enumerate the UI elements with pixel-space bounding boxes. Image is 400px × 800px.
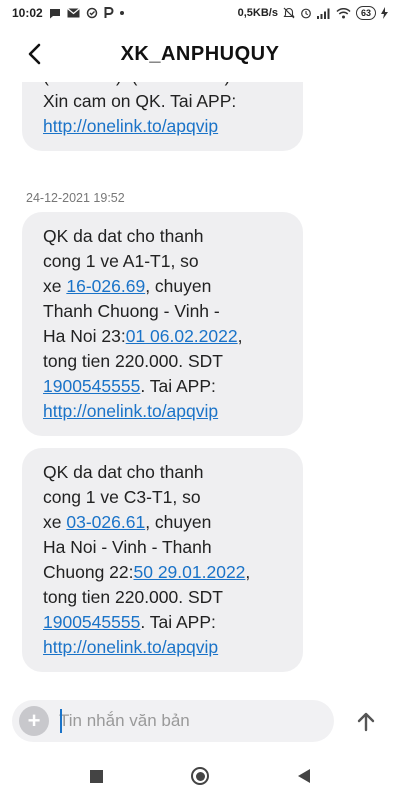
status-time: 10:02: [12, 6, 43, 20]
mail-notification-icon: [66, 8, 80, 18]
alarm-icon: [300, 7, 312, 19]
conversation-header: XK_ANPHUQUY: [0, 26, 400, 82]
add-attachment-button[interactable]: +: [19, 706, 49, 736]
sync-status-icon: [86, 7, 98, 19]
mute-icon: [283, 7, 295, 19]
status-left: 10:02: [12, 6, 124, 20]
network-speed: 0,5KB/s: [237, 7, 278, 19]
message-link[interactable]: 16-026.69: [66, 276, 145, 296]
message-text: , chuyen: [145, 276, 212, 296]
message-text: QK da dat cho thanh: [43, 462, 204, 482]
message-text: . Tai APP:: [140, 376, 216, 396]
message-text: . Tai APP:: [140, 612, 216, 632]
send-arrow-icon: [357, 712, 375, 732]
message-text: tong tien 220.000. SDT: [43, 351, 223, 371]
message-text: cong 1 ve C3-T1, so: [43, 487, 201, 507]
message-link[interactable]: 1900545555: [43, 376, 140, 396]
message-bubble[interactable]: QK da dat cho thanh cong 1 ve C3-T1, so xe…: [22, 448, 303, 672]
message-text: xe: [43, 512, 67, 532]
message-timestamp: 24-12-2021 19:52: [26, 191, 125, 205]
system-nav-bar: [0, 752, 400, 800]
message-text: Chuong 22:: [43, 562, 134, 582]
message-bubble[interactable]: (bat buoc): (SDT dat ve). Xin cam on QK. …: [22, 82, 303, 151]
message-link[interactable]: http://onelink.to/apqvip: [43, 401, 218, 421]
message-text: cong 1 ve A1-T1, so: [43, 251, 199, 271]
message-text: Xin cam on QK. Tai APP:: [43, 91, 237, 111]
message-text: (bat buoc): (SDT dat ve).: [43, 82, 235, 86]
back-arrow-icon: [28, 43, 41, 65]
message-bubble[interactable]: QK da dat cho thanh cong 1 ve A1-T1, so xe…: [22, 212, 303, 436]
p-app-icon: [104, 7, 114, 19]
status-bar: 10:02 0,5KB/s 63: [0, 0, 400, 26]
home-button[interactable]: [182, 758, 218, 794]
message-link[interactable]: http://onelink.to/apqvip: [43, 637, 218, 657]
signal-icon: [316, 8, 331, 19]
text-cursor: [60, 709, 62, 733]
message-notification-icon: [49, 8, 61, 19]
message-text: Thanh Chuong - Vinh -: [43, 301, 220, 321]
message-text: xe: [43, 276, 67, 296]
message-link[interactable]: 03-026.61: [66, 512, 145, 532]
contact-name: XK_ANPHUQUY: [120, 42, 280, 65]
status-right: 0,5KB/s 63: [238, 6, 388, 20]
message-text: tong tien 220.000. SDT: [43, 587, 223, 607]
message-link[interactable]: 50 29.01.2022: [134, 562, 246, 582]
back-nav-button[interactable]: [286, 758, 322, 794]
wifi-icon: [336, 7, 351, 19]
back-triangle-icon: [298, 769, 310, 783]
back-button[interactable]: [10, 30, 58, 78]
message-list[interactable]: (bat buoc): (SDT dat ve). Xin cam on QK. …: [0, 82, 400, 688]
charging-icon: [381, 7, 388, 19]
message-text: Ha Noi - Vinh - Thanh: [43, 537, 212, 557]
message-text: QK da dat cho thanh: [43, 226, 204, 246]
message-text: , chuyen: [145, 512, 212, 532]
recents-square-icon: [89, 769, 103, 783]
more-notifications-icon: [119, 11, 124, 15]
battery-level: 63: [355, 6, 376, 20]
message-link[interactable]: http://onelink.to/apqvip: [43, 116, 218, 136]
send-button[interactable]: [348, 704, 384, 740]
message-text: Ha Noi 23:: [43, 326, 126, 346]
recents-button[interactable]: [78, 758, 114, 794]
message-composer: +: [12, 700, 334, 742]
message-input[interactable]: [59, 706, 334, 736]
message-text: ,: [237, 326, 243, 346]
message-link[interactable]: 1900545555: [43, 612, 140, 632]
message-text: ,: [245, 562, 251, 582]
home-circle-icon: [191, 767, 209, 785]
message-link[interactable]: 01 06.02.2022: [126, 326, 238, 346]
